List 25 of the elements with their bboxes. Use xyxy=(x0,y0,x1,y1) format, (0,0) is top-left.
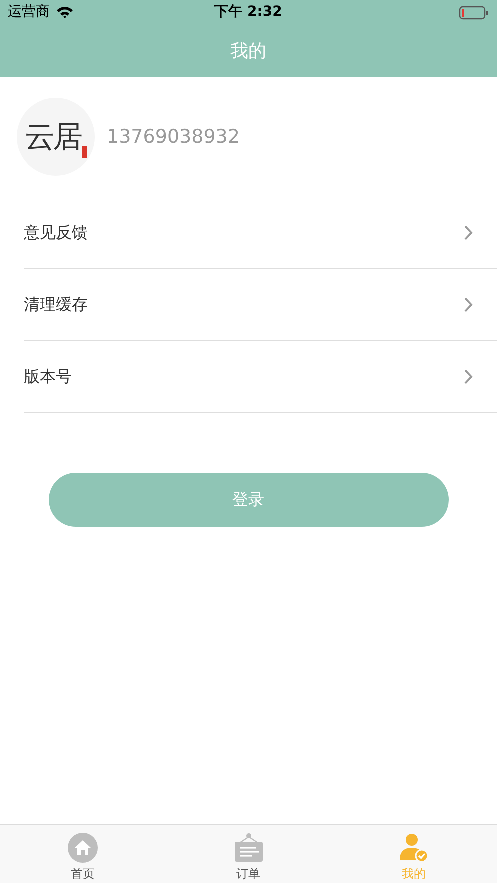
chevron-right-icon xyxy=(464,368,473,384)
seal-icon xyxy=(82,146,87,158)
page-title: 我的 xyxy=(230,40,266,64)
signboard-icon xyxy=(234,833,264,863)
menu-label: 意见反馈 xyxy=(24,222,88,244)
menu-item[interactable]: 清理缓存 xyxy=(24,269,497,341)
tab-label: 订单 xyxy=(236,866,260,883)
menu-label: 版本号 xyxy=(24,366,72,388)
menu-item[interactable]: 版本号 xyxy=(24,341,497,413)
battery-icon xyxy=(459,6,489,20)
logo-text: 云居 xyxy=(25,118,81,156)
user-check-icon xyxy=(399,833,430,863)
home-icon xyxy=(68,833,98,863)
tab-item[interactable]: 订单 xyxy=(166,825,332,883)
tab-label: 我的 xyxy=(402,866,426,883)
chevron-right-icon xyxy=(464,224,473,240)
menu-item[interactable]: 意见反馈 xyxy=(24,197,497,269)
clock-text: 下午 2:32 xyxy=(214,3,282,22)
chevron-right-icon xyxy=(464,296,473,312)
wifi-icon xyxy=(56,6,74,19)
menu-label: 清理缓存 xyxy=(24,294,88,316)
tab-label: 首页 xyxy=(70,866,95,883)
tab-item[interactable]: 首页 xyxy=(0,825,166,883)
phone-number: 13769038932 xyxy=(107,124,240,150)
carrier-text: 运营商 xyxy=(8,3,50,22)
